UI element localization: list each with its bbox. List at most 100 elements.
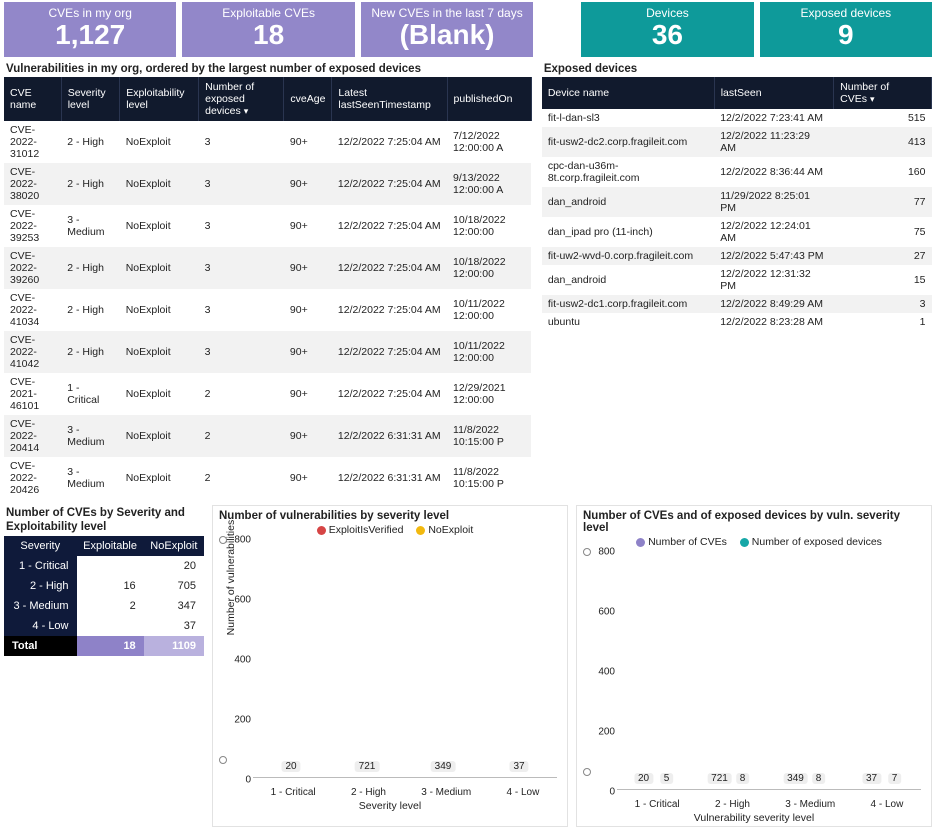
vulnerabilities-table[interactable]: CVE nameSeverity levelExploitability lev… (4, 77, 532, 499)
table-cell: 3 (199, 247, 284, 289)
severity-matrix[interactable]: SeverityExploitableNoExploit 1 - Critica… (4, 536, 204, 656)
table-row[interactable]: CVE-2022-392602 - HighNoExploit390+12/2/… (4, 247, 531, 289)
legend-dot-icon (416, 526, 425, 535)
x-tick: 1 - Critical (271, 787, 316, 798)
table-cell: 3 (199, 331, 284, 373)
kpi-exploitable[interactable]: Exploitable CVEs 18 (182, 2, 354, 57)
kpi-value: 9 (766, 20, 926, 51)
table-cell: 12/2/2022 7:25:04 AM (332, 289, 447, 331)
kpi-new-cves[interactable]: New CVEs in the last 7 days (Blank) (361, 2, 533, 57)
y-tick: 0 (609, 786, 615, 797)
table-cell: 12/29/2021 12:00:00 (447, 373, 531, 415)
table-cell: NoExploit (120, 457, 199, 499)
table-cell: Total (4, 636, 77, 656)
table-row[interactable]: fit-usw2-dc2.corp.fragileit.com12/2/2022… (542, 127, 932, 157)
table-row[interactable]: CVE-2021-461011 - CriticalNoExploit290+1… (4, 373, 531, 415)
table-cell: 515 (834, 109, 932, 127)
chart-vulns-by-severity[interactable]: Number of vulnerabilities by severity le… (212, 505, 568, 827)
x-tick: 4 - Low (871, 799, 904, 810)
table-cell: 11/8/2022 10:15:00 P (447, 415, 531, 457)
x-tick: 3 - Medium (785, 799, 835, 810)
table-cell (77, 616, 144, 636)
table-cell: 12/2/2022 8:36:44 AM (714, 157, 833, 187)
bar-value-label: 349 (783, 773, 808, 784)
table-cell: 11/8/2022 10:15:00 P (447, 457, 531, 499)
bar-value-label: 349 (431, 761, 456, 772)
legend-label: ExploitIsVerified (329, 524, 404, 536)
column-header[interactable]: NoExploit (144, 536, 204, 556)
table-row[interactable]: 3 - Medium2347 (4, 596, 204, 616)
table-row[interactable]: fit-usw2-dc1.corp.fragileit.com12/2/2022… (542, 295, 932, 313)
table-row[interactable]: CVE-2022-204143 - MediumNoExploit290+12/… (4, 415, 531, 457)
table-cell: 90+ (284, 289, 332, 331)
table-row[interactable]: dan_android11/29/2022 8:25:01 PM77 (542, 187, 932, 217)
table-cell: 413 (834, 127, 932, 157)
table-row[interactable]: cpc-dan-u36m-8t.corp.fragileit.com12/2/2… (542, 157, 932, 187)
column-header[interactable]: Exploitable (77, 536, 144, 556)
table-cell: 75 (834, 217, 932, 247)
bar-value-label: 7 (888, 773, 902, 784)
kpi-cves-org[interactable]: CVEs in my org 1,127 (4, 2, 176, 57)
column-header[interactable]: cveAge (284, 77, 332, 121)
kpi-label: Devices (587, 6, 747, 20)
table-cell: 10/18/2022 12:00:00 (447, 205, 531, 247)
exposed-devices-table[interactable]: Device namelastSeenNumber of CVEs fit-l-… (542, 77, 932, 331)
table-row[interactable]: CVE-2022-204263 - MediumNoExploit290+12/… (4, 457, 531, 499)
y-tick: 0 (245, 774, 251, 785)
table-cell: 2 - High (61, 247, 119, 289)
table-cell: 3 (834, 295, 932, 313)
table-row[interactable]: CVE-2022-410342 - HighNoExploit390+12/2/… (4, 289, 531, 331)
column-header[interactable]: Number of exposed devices (199, 77, 284, 121)
table-cell: 12/2/2022 12:24:01 AM (714, 217, 833, 247)
table-row[interactable]: ubuntu12/2/2022 8:23:28 AM1 (542, 313, 932, 331)
table-cell: 1 - Critical (4, 556, 77, 576)
table-row[interactable]: CVE-2022-380202 - HighNoExploit390+12/2/… (4, 163, 531, 205)
table-cell: CVE-2021-46101 (4, 373, 61, 415)
kpi-exposed-devices[interactable]: Exposed devices 9 (760, 2, 932, 57)
column-header[interactable]: Severity level (61, 77, 119, 121)
table-cell: 10/18/2022 12:00:00 (447, 247, 531, 289)
table-cell: 12/2/2022 7:25:04 AM (332, 373, 447, 415)
y-tick: 600 (598, 606, 615, 617)
table-cell: 12/2/2022 7:25:04 AM (332, 247, 447, 289)
table-row[interactable]: dan_ipad pro (11-inch)12/2/2022 12:24:01… (542, 217, 932, 247)
kpi-devices[interactable]: Devices 36 (581, 2, 753, 57)
table-cell: 90+ (284, 457, 332, 499)
column-header[interactable]: Severity (4, 536, 77, 556)
column-header[interactable]: Exploitability level (120, 77, 199, 121)
table-row[interactable]: fit-l-dan-sl312/2/2022 7:23:41 AM515 (542, 109, 932, 127)
y-tick: 200 (598, 726, 615, 737)
table-row[interactable]: fit-uw2-wvd-0.corp.fragileit.com12/2/202… (542, 247, 932, 265)
table-row[interactable]: CVE-2022-392533 - MediumNoExploit390+12/… (4, 205, 531, 247)
table-cell: NoExploit (120, 373, 199, 415)
table-cell: 2 (199, 373, 284, 415)
column-header[interactable]: Latest lastSeenTimestamp (332, 77, 447, 121)
table-cell: dan_android (542, 265, 714, 295)
table-cell: 12/2/2022 5:47:43 PM (714, 247, 833, 265)
table-row[interactable]: CVE-2022-410422 - HighNoExploit390+12/2/… (4, 331, 531, 373)
table-cell: 90+ (284, 373, 332, 415)
column-header[interactable]: CVE name (4, 77, 61, 121)
axis-cap-icon (219, 756, 227, 764)
table-row[interactable]: 1 - Critical 20 (4, 556, 204, 576)
chart-cves-exposed-by-severity[interactable]: Number of CVEs and of exposed devices by… (576, 505, 932, 827)
column-header[interactable]: lastSeen (714, 77, 833, 109)
exposed-devices-panel: Exposed devices Device namelastSeenNumbe… (542, 61, 932, 499)
table-cell: 3 - Medium (61, 415, 119, 457)
table-cell: dan_android (542, 187, 714, 217)
table-cell: 20 (144, 556, 204, 576)
bar-value-label: 8 (812, 773, 826, 784)
table-row[interactable]: CVE-2022-310122 - HighNoExploit390+12/2/… (4, 121, 531, 163)
table-row[interactable]: 2 - High16705 (4, 576, 204, 596)
bar-value-label: 37 (509, 761, 528, 772)
column-header[interactable]: publishedOn (447, 77, 531, 121)
column-header[interactable]: Number of CVEs (834, 77, 932, 109)
table-cell: CVE-2022-41042 (4, 331, 61, 373)
column-header[interactable]: Device name (542, 77, 714, 109)
table-cell: 2 - High (61, 289, 119, 331)
table-cell: 18 (77, 636, 144, 656)
table-cell: 3 - Medium (61, 205, 119, 247)
section-title: Exposed devices (544, 63, 932, 75)
table-row[interactable]: 4 - Low37 (4, 616, 204, 636)
table-row[interactable]: dan_android12/2/2022 12:31:32 PM15 (542, 265, 932, 295)
